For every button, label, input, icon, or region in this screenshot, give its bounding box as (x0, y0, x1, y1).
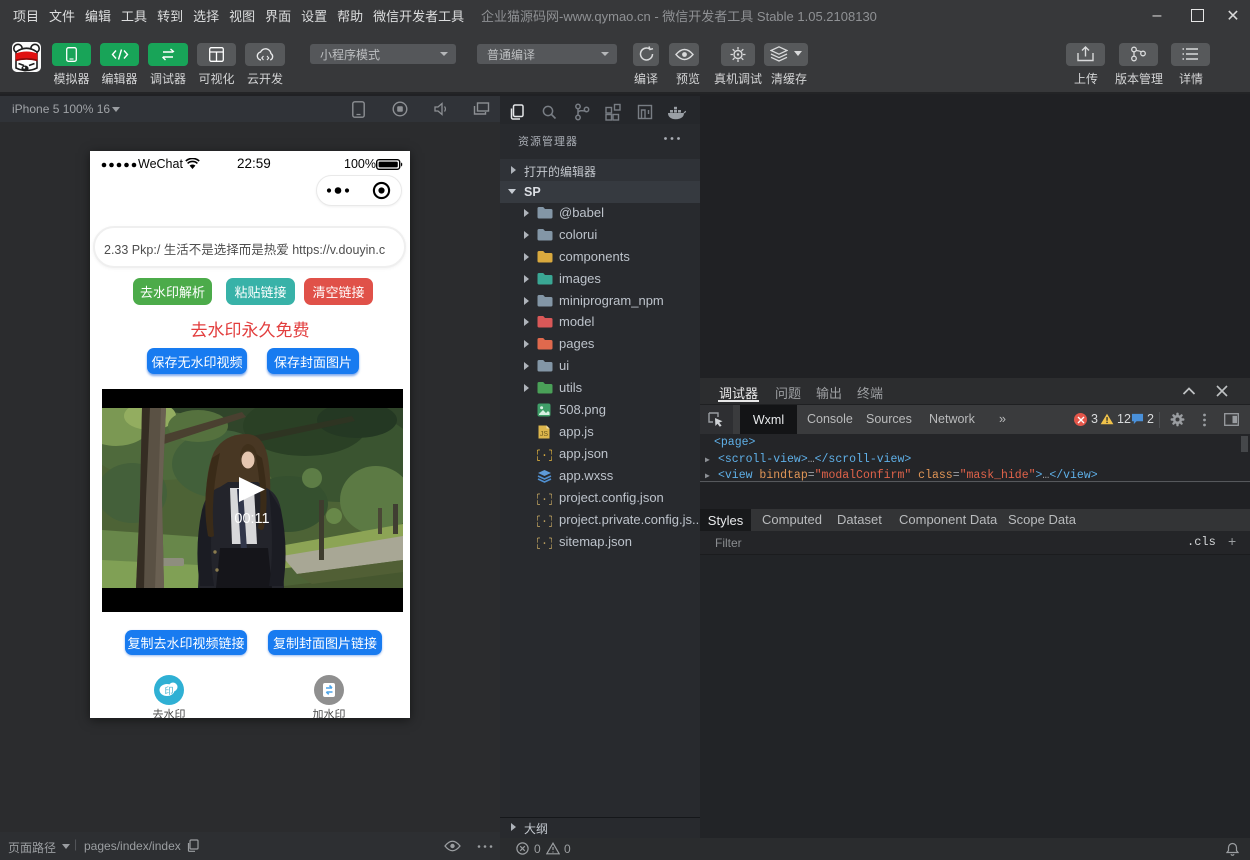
svg-text:{·}: {·} (537, 537, 552, 550)
svg-text:{·}: {·} (537, 493, 552, 506)
svg-text:印: 印 (164, 685, 173, 696)
svg-text:00:11: 00:11 (234, 511, 269, 527)
svg-text:{·}: {·} (537, 515, 552, 528)
svg-text:{·}: {·} (537, 449, 552, 462)
svg-text:JS: JS (540, 431, 549, 438)
